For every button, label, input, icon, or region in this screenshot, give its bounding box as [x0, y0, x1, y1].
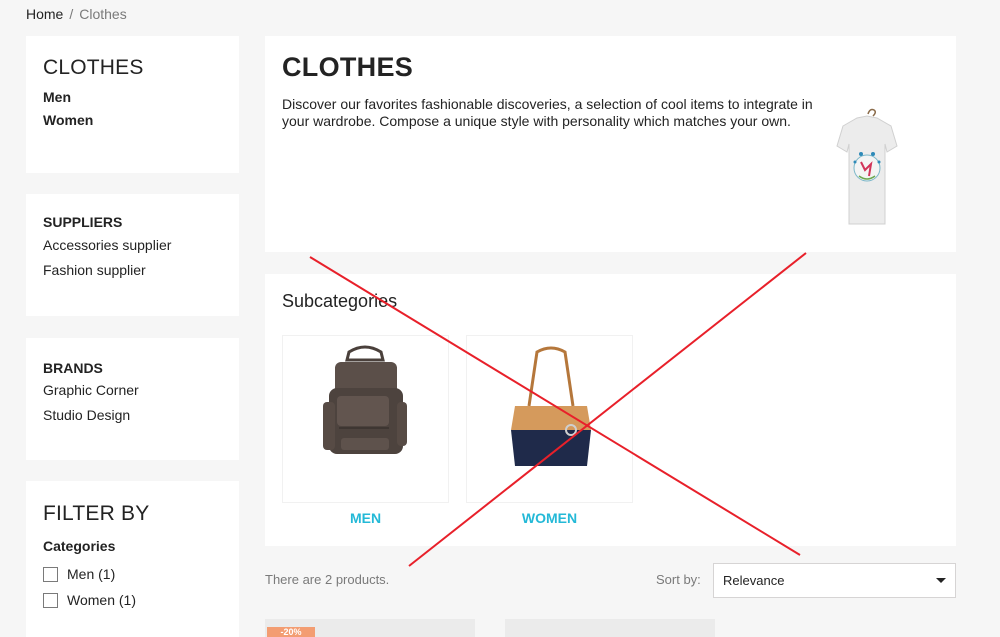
brands-block: BRANDS Graphic Corner Studio Design: [26, 338, 239, 460]
subcategories-title: Subcategories: [282, 291, 398, 311]
facet-option-men[interactable]: Men (1): [43, 566, 222, 582]
sort-select[interactable]: Relevance: [713, 563, 956, 598]
discount-badge: -20%: [267, 627, 315, 637]
subcategory-men-image[interactable]: [282, 335, 449, 503]
facet-title-categories: Categories: [43, 538, 116, 554]
facet-checkbox-men[interactable]: [43, 566, 58, 582]
facet-checkbox-women[interactable]: [43, 592, 58, 608]
facet-option-label[interactable]: Women (1): [67, 592, 136, 608]
facet-option-women[interactable]: Women (1): [43, 592, 222, 608]
suppliers-title[interactable]: SUPPLIERS: [43, 214, 222, 230]
brand-link-studio-design[interactable]: Studio Design: [43, 407, 222, 423]
brands-title[interactable]: BRANDS: [43, 360, 222, 376]
filter-title: FILTER BY: [43, 502, 150, 525]
suppliers-block: SUPPLIERS Accessories supplier Fashion s…: [26, 194, 239, 316]
supplier-link-fashion[interactable]: Fashion supplier: [43, 262, 222, 278]
subcategory-men[interactable]: MEN: [282, 335, 449, 526]
tshirt-image: [836, 108, 898, 225]
breadcrumb: Home / Clothes: [26, 6, 127, 22]
breadcrumb-current: Clothes: [79, 6, 127, 22]
sort-select-value[interactable]: Relevance: [723, 573, 784, 588]
category-link-men[interactable]: Men: [43, 88, 222, 106]
category-header: CLOTHES Discover our favorites fashionab…: [265, 36, 956, 252]
subcategory-men-link[interactable]: MEN: [282, 510, 449, 526]
category-tree-title[interactable]: CLOTHES: [43, 56, 222, 80]
category-description: Discover our favorites fashionable disco…: [282, 96, 813, 129]
category-link-women[interactable]: Women: [43, 111, 222, 129]
filter-block: FILTER BY Categories Men (1) Women (1): [26, 481, 239, 637]
subcategories-block: Subcategories MEN WOMEN: [265, 274, 956, 546]
tote-bag-image: [511, 346, 591, 466]
breadcrumb-home-link[interactable]: Home: [26, 6, 63, 22]
supplier-link-accessories[interactable]: Accessories supplier: [43, 237, 222, 253]
category-tree-block: CLOTHES Men Women: [26, 36, 239, 173]
chevron-down-icon[interactable]: [936, 578, 946, 583]
backpack-image: [323, 345, 407, 454]
product-thumbnail-2[interactable]: [505, 619, 715, 637]
products-count: There are 2 products.: [265, 572, 390, 587]
brand-link-graphic-corner[interactable]: Graphic Corner: [43, 382, 222, 398]
subcategory-women-image[interactable]: [466, 335, 633, 503]
subcategory-women-link[interactable]: WOMEN: [466, 510, 633, 526]
subcategory-women[interactable]: WOMEN: [466, 335, 633, 526]
breadcrumb-separator: /: [69, 6, 74, 22]
sort-by-label: Sort by:: [656, 572, 701, 587]
page-title: CLOTHES: [282, 52, 414, 82]
facet-option-label[interactable]: Men (1): [67, 566, 115, 582]
